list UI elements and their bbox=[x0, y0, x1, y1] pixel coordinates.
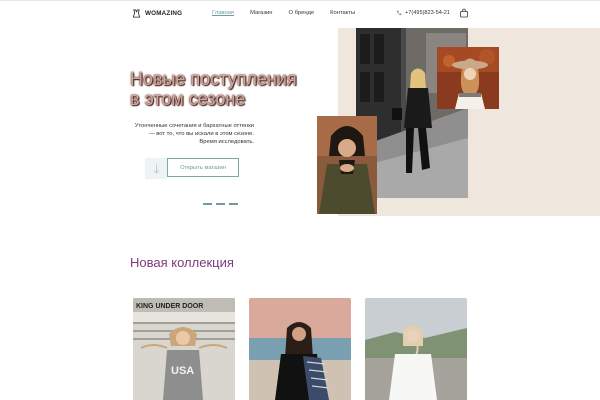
slider-dot-2[interactable] bbox=[216, 203, 225, 205]
hero-subtitle: Утонченные сочетания и бархатные оттенки… bbox=[134, 123, 254, 146]
hero-title: Новые поступления в этом сезоне bbox=[130, 69, 330, 109]
hero-khaki-photo bbox=[317, 116, 377, 214]
hero-hat-photo bbox=[437, 47, 499, 109]
slider-dot-1[interactable] bbox=[203, 203, 212, 205]
logo[interactable]: WOMAZING bbox=[132, 9, 182, 18]
nav-contacts[interactable]: Контакты bbox=[330, 10, 355, 16]
logo-text: WOMAZING bbox=[145, 10, 183, 17]
scroll-down-button[interactable] bbox=[145, 158, 167, 179]
top-border bbox=[0, 0, 600, 1]
nav-shop[interactable]: Магазин bbox=[250, 10, 272, 16]
phone-link[interactable]: +7(495)823-54-21 bbox=[396, 10, 450, 16]
slider-dot-3[interactable] bbox=[229, 203, 238, 205]
open-shop-button[interactable]: Открыть магазин bbox=[167, 158, 239, 177]
slider-dots bbox=[203, 203, 238, 205]
product-image-white-sweater bbox=[365, 298, 467, 400]
arrow-down-icon bbox=[153, 164, 159, 173]
hero-title-line1: Новые поступления bbox=[130, 69, 297, 89]
phone-number: +7(495)823-54-21 bbox=[405, 10, 450, 16]
cart-icon[interactable] bbox=[459, 8, 469, 18]
nav-about[interactable]: О бренде bbox=[288, 10, 314, 16]
product-image-usa-tee: KING UNDER DOOR USA bbox=[133, 298, 235, 400]
collection-card-2[interactable] bbox=[249, 298, 351, 400]
logo-icon bbox=[132, 9, 141, 18]
card-sign-text: KING UNDER DOOR bbox=[136, 303, 203, 310]
phone-icon bbox=[396, 10, 402, 16]
card-shirt-text: USA bbox=[171, 365, 194, 377]
nav-home[interactable]: Главная bbox=[212, 10, 234, 16]
product-image-plaid-coat bbox=[249, 298, 351, 400]
hero-title-line2: в этом сезоне bbox=[130, 89, 246, 109]
collection-card-1[interactable]: KING UNDER DOOR USA bbox=[133, 298, 235, 400]
collection-card-3[interactable] bbox=[365, 298, 467, 400]
main-nav: Главная Магазин О бренде Контакты bbox=[212, 10, 355, 16]
collection-title: Новая коллекция bbox=[130, 255, 234, 270]
